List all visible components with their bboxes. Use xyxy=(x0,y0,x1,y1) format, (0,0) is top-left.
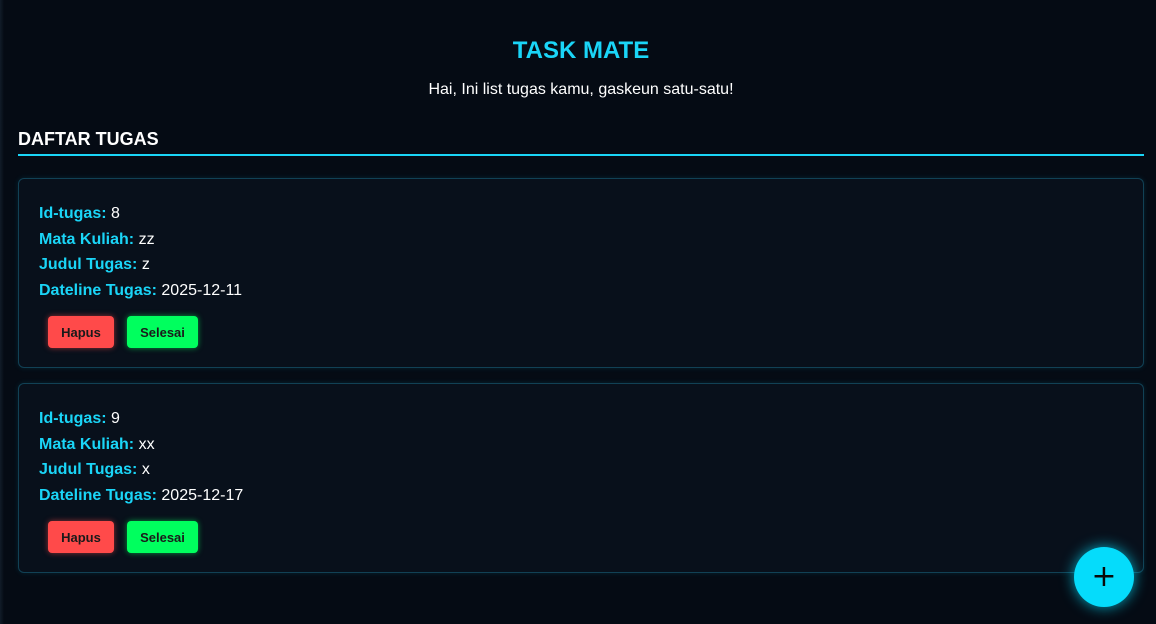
task-course-label: Mata Kuliah: xyxy=(39,230,135,248)
task-fields: Id-tugas: 9 Mata Kuliah: xx Judul Tugas:… xyxy=(39,406,243,508)
task-deadline-value: 2025-12-17 xyxy=(161,486,244,504)
task-deadline-row: Dateline Tugas: 2025-12-17 xyxy=(39,483,243,509)
task-card: Id-tugas: 9 Mata Kuliah: xx Judul Tugas:… xyxy=(18,383,1144,573)
task-actions: Hapus Selesai xyxy=(48,521,198,553)
task-title-value: x xyxy=(141,461,150,478)
task-id-row: Id-tugas: 8 xyxy=(39,201,242,227)
task-card: Id-tugas: 8 Mata Kuliah: zz Judul Tugas:… xyxy=(18,178,1144,368)
task-course-value: zz xyxy=(138,230,155,248)
task-course-value: xx xyxy=(138,435,155,453)
delete-task-button[interactable]: Hapus xyxy=(48,521,114,553)
add-task-button[interactable]: + xyxy=(1074,547,1134,607)
task-title-value: z xyxy=(141,256,150,273)
task-deadline-value: 2025-12-11 xyxy=(161,281,243,299)
task-id-label: Id-tugas: xyxy=(39,410,107,427)
task-deadline-label: Dateline Tugas: xyxy=(39,281,157,299)
task-id-row: Id-tugas: 9 xyxy=(39,406,243,432)
task-course-label: Mata Kuliah: xyxy=(39,435,135,453)
task-title-row: Judul Tugas: z xyxy=(39,252,242,278)
task-id-label: Id-tugas: xyxy=(39,205,107,222)
section-header: DAFTAR TUGAS xyxy=(18,128,1144,156)
task-deadline-label: Dateline Tugas: xyxy=(39,486,157,504)
task-id-value: 8 xyxy=(111,205,120,222)
task-title-label: Judul Tugas: xyxy=(39,461,138,478)
task-actions: Hapus Selesai xyxy=(48,316,198,348)
task-mate-page: TASK MATE Hai, Ini list tugas kamu, gask… xyxy=(0,0,1156,624)
task-id-value: 9 xyxy=(111,410,120,427)
task-title-label: Judul Tugas: xyxy=(39,256,138,273)
complete-task-button[interactable]: Selesai xyxy=(127,316,198,348)
delete-task-button[interactable]: Hapus xyxy=(48,316,114,348)
app-subtitle: Hai, Ini list tugas kamu, gaskeun satu-s… xyxy=(428,81,734,98)
complete-task-button[interactable]: Selesai xyxy=(127,521,198,553)
task-course-row: Mata Kuliah: xx xyxy=(39,432,243,458)
task-course-row: Mata Kuliah: zz xyxy=(39,227,242,253)
plus-icon: + xyxy=(1091,559,1117,594)
task-deadline-row: Dateline Tugas: 2025-12-11 xyxy=(39,278,242,304)
section-title: DAFTAR TUGAS xyxy=(18,129,159,149)
task-fields: Id-tugas: 8 Mata Kuliah: zz Judul Tugas:… xyxy=(39,201,242,303)
task-title-row: Judul Tugas: x xyxy=(39,457,243,483)
app-title: TASK MATE xyxy=(512,37,650,64)
